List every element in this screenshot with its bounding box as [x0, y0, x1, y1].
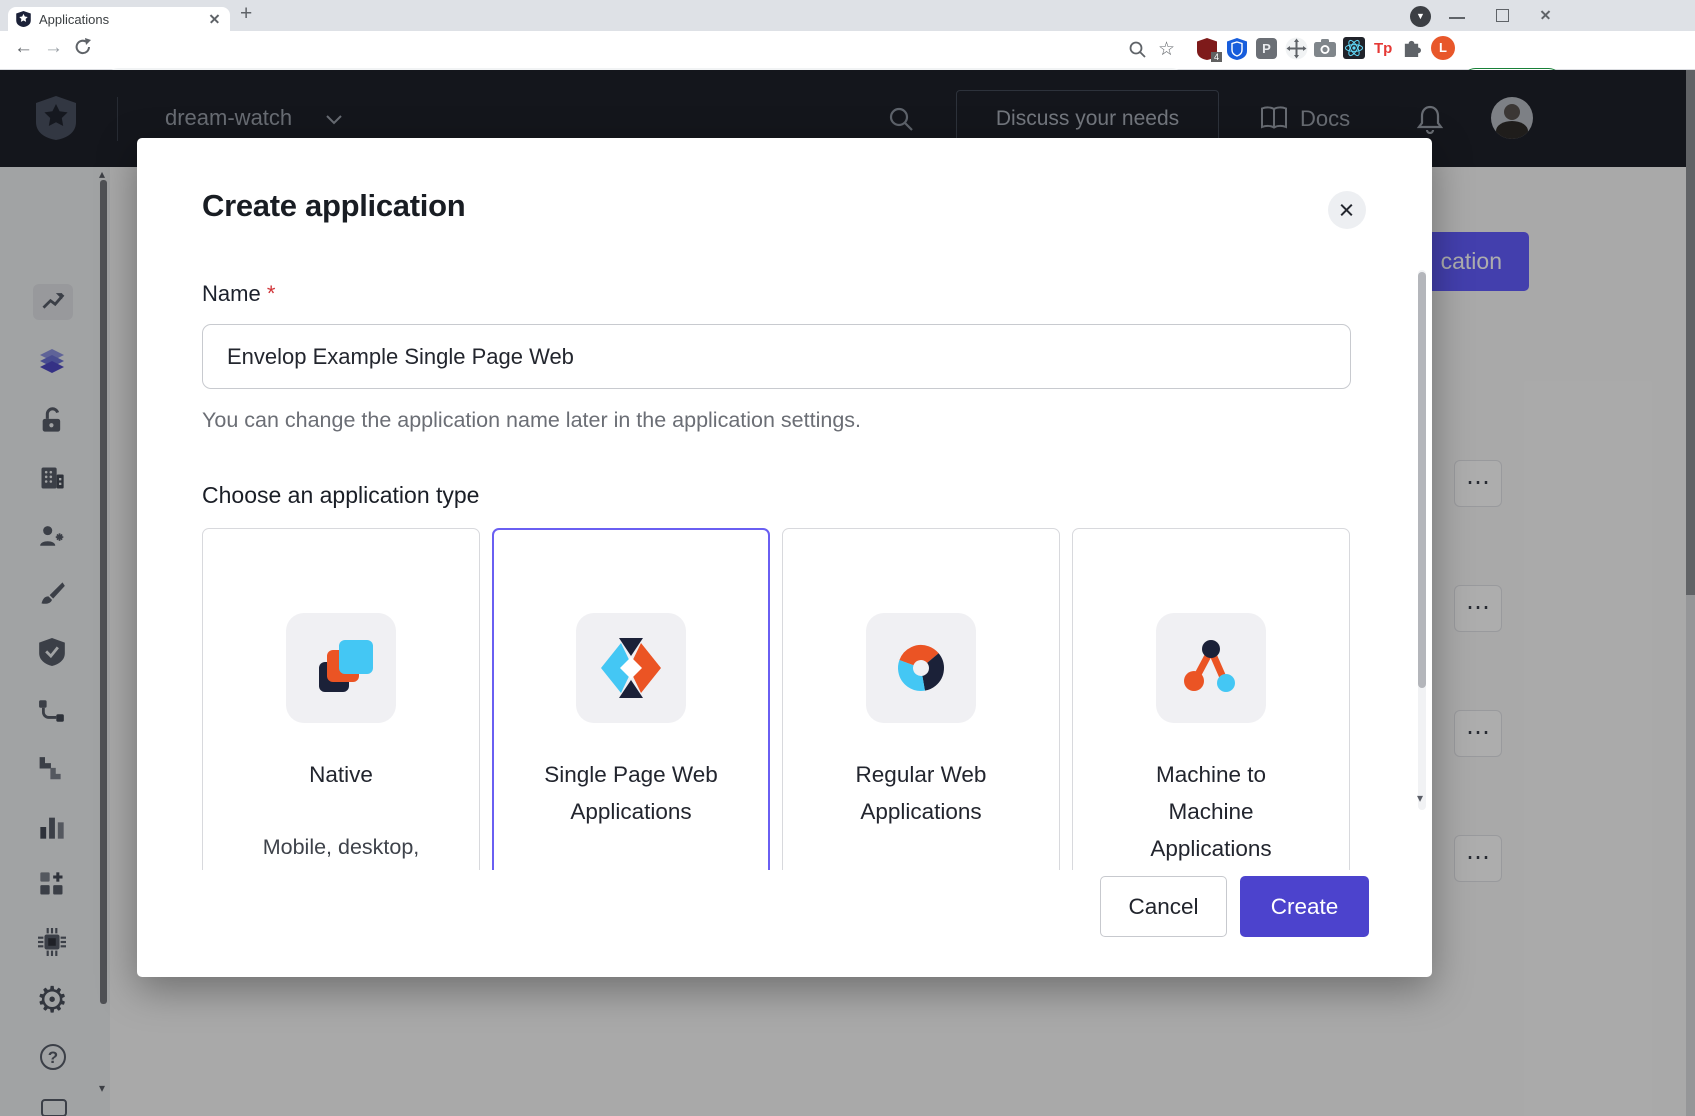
- app-type-description: Traditional web: [821, 866, 1021, 870]
- choose-type-label: Choose an application type: [202, 482, 479, 509]
- modal-close-button[interactable]: [1328, 191, 1366, 229]
- modal-body: Create application Name * You can change…: [137, 138, 1432, 870]
- bitwarden-extension-icon[interactable]: [1227, 38, 1247, 60]
- required-asterisk: *: [267, 281, 276, 306]
- camera-extension-icon[interactable]: [1314, 39, 1336, 57]
- app-type-name: Native: [231, 756, 451, 793]
- tab-close-icon[interactable]: [208, 12, 222, 26]
- browser-tab-applications[interactable]: Applications: [8, 7, 230, 31]
- single-page-app-icon: [576, 613, 686, 723]
- modal-scrollbar-thumb[interactable]: [1418, 272, 1426, 688]
- back-button[interactable]: ←: [14, 37, 33, 59]
- app-type-card-native[interactable]: Native Mobile, desktop, CLI and smart: [202, 528, 480, 870]
- auth0-favicon-icon: [16, 11, 31, 27]
- browser-toolbar: ← → manage.auth0.com/dashboard/eu/dream-…: [0, 31, 1695, 70]
- app-type-name: Machine to Machine Applications: [1136, 756, 1286, 867]
- ublock-extension-icon[interactable]: 4: [1197, 38, 1219, 60]
- app-type-name: Regular Web Applications: [831, 756, 1011, 830]
- create-button[interactable]: Create: [1240, 876, 1369, 937]
- app-type-card-spa[interactable]: Single Page Web Applications A JavaScrip…: [492, 528, 770, 870]
- extensions-puzzle-icon[interactable]: [1402, 38, 1423, 59]
- machine-to-machine-icon: [1156, 613, 1266, 723]
- react-devtools-extension-icon[interactable]: [1343, 37, 1365, 59]
- name-help-text: You can change the application name late…: [202, 408, 861, 433]
- window-maximize-button[interactable]: [1496, 9, 1509, 22]
- window-minimize-button[interactable]: [1449, 17, 1465, 19]
- app-type-card-regular-web[interactable]: Regular Web Applications Traditional web: [782, 528, 1060, 870]
- tab-title: Applications: [39, 12, 208, 27]
- application-name-input[interactable]: [202, 324, 1351, 389]
- modal-title: Create application: [202, 188, 465, 224]
- profile-chip-icon[interactable]: ▼: [1410, 6, 1431, 27]
- create-application-modal: Create application Name * You can change…: [137, 138, 1432, 977]
- app-type-description: A JavaScript: [531, 866, 731, 870]
- browser-profile-avatar[interactable]: L: [1431, 36, 1455, 60]
- forward-button[interactable]: →: [44, 37, 63, 59]
- close-icon: [1339, 202, 1355, 218]
- browser-window: Applications + ▼ ← → manage.auth0.com/da…: [0, 0, 1695, 1116]
- native-icon: [286, 613, 396, 723]
- ublock-badge: 4: [1211, 52, 1222, 62]
- cancel-button[interactable]: Cancel: [1100, 876, 1227, 937]
- regular-web-app-icon: [866, 613, 976, 723]
- app-type-name: Single Page Web Applications: [531, 756, 731, 830]
- modal-scroll-down-icon[interactable]: ▾: [1417, 793, 1423, 803]
- p-extension-icon[interactable]: P: [1256, 38, 1277, 59]
- new-tab-button[interactable]: +: [240, 2, 252, 26]
- tp-extension-icon[interactable]: Tp: [1374, 40, 1392, 57]
- move-extension-icon[interactable]: [1285, 37, 1308, 60]
- browser-titlebar: Applications + ▼: [0, 0, 1695, 31]
- zoom-icon[interactable]: [1128, 40, 1147, 59]
- bookmark-star-icon[interactable]: ☆: [1158, 38, 1175, 61]
- reload-button[interactable]: [73, 37, 93, 57]
- app-type-description: Mobile, desktop, CLI and smart: [246, 829, 436, 870]
- app-type-card-m2m[interactable]: Machine to Machine Applications: [1072, 528, 1350, 870]
- name-label: Name *: [202, 281, 275, 307]
